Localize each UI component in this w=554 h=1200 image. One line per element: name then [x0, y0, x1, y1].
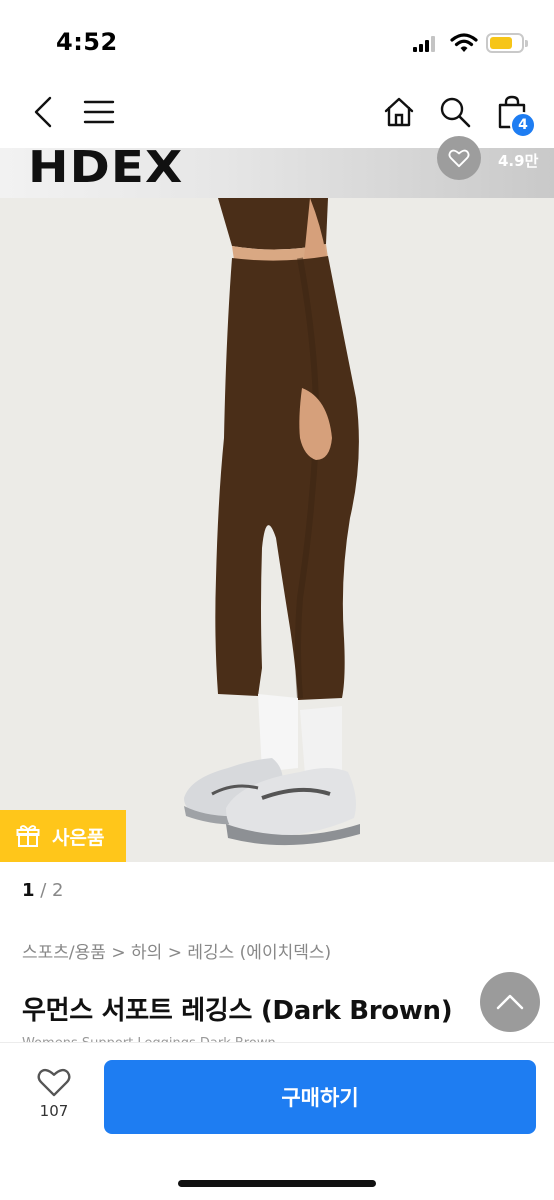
product-image[interactable]	[0, 198, 554, 862]
home-button[interactable]	[380, 92, 418, 132]
brand-logo: HDEX	[28, 148, 184, 193]
home-indicator	[178, 1180, 376, 1187]
buy-button[interactable]: 구매하기	[104, 1060, 536, 1134]
breadcrumb: 스포츠/용품 > 하의 > 레깅스 (에이치덱스)	[22, 938, 331, 963]
back-button[interactable]	[28, 92, 58, 132]
gift-badge[interactable]: 사은품	[0, 810, 126, 862]
hamburger-menu-icon	[83, 100, 115, 124]
top-nav-bar	[0, 80, 554, 148]
product-photo-leggings	[0, 198, 554, 862]
breadcrumb-separator: >	[111, 943, 126, 963]
breadcrumb-subcategory[interactable]: 하의	[131, 943, 162, 963]
breadcrumb-item[interactable]: 레깅스	[187, 943, 234, 963]
wishlist-button[interactable]: 107	[20, 1066, 88, 1130]
breadcrumb-category[interactable]: 스포츠/용품	[22, 943, 106, 963]
breadcrumb-brand[interactable]: (에이치덱스)	[240, 943, 331, 963]
wishlist-count: 107	[39, 1102, 69, 1120]
current-page: 1	[22, 880, 35, 901]
home-icon	[384, 97, 414, 127]
scroll-to-top-button[interactable]	[480, 972, 540, 1032]
image-page-indicator: 1 / 2	[22, 880, 64, 901]
menu-button[interactable]	[80, 94, 118, 130]
chevron-up-icon	[496, 994, 524, 1010]
battery-icon	[486, 33, 528, 53]
product-title: 우먼스 서포트 레깅스 (Dark Brown)	[22, 996, 453, 1026]
brand-like-button[interactable]	[437, 136, 481, 180]
cellular-signal-icon	[413, 36, 439, 52]
wifi-icon	[450, 32, 478, 58]
status-bar: 4:52	[0, 0, 554, 80]
breadcrumb-separator: >	[167, 943, 182, 963]
search-icon	[440, 97, 471, 128]
total-pages: / 2	[40, 880, 64, 901]
heart-outline-icon	[37, 1068, 71, 1097]
gift-label: 사은품	[52, 826, 105, 849]
brand-like-count: 4.9만	[498, 152, 539, 170]
cart-count-badge: 4	[510, 112, 536, 138]
product-subtitle: Womens Support Leggings Dark Brown	[22, 1034, 402, 1042]
search-button[interactable]	[436, 92, 474, 132]
gift-icon	[16, 825, 40, 847]
status-time: 4:52	[56, 28, 118, 56]
chevron-left-icon	[34, 96, 52, 128]
heart-icon	[448, 149, 470, 168]
